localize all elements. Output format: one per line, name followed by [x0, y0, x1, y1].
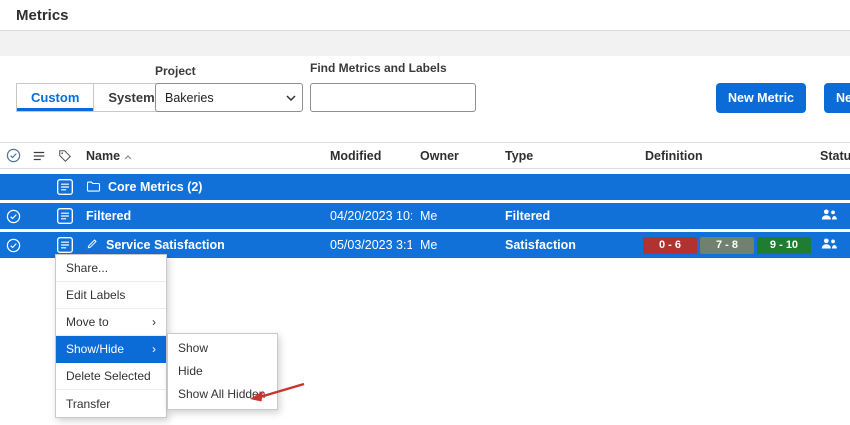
metric-owner: Me	[412, 238, 497, 252]
shared-users-icon	[820, 208, 838, 224]
toolbar: Custom System Project Bakeries Find Metr…	[0, 56, 850, 142]
subheader-band	[0, 31, 850, 56]
menu-item-move-to[interactable]: Move to ›	[56, 309, 166, 336]
project-select-value: Bakeries	[156, 91, 280, 105]
bulk-actions-menu-icon[interactable]	[26, 149, 52, 163]
document-icon[interactable]	[52, 236, 78, 254]
select-all-check-icon[interactable]	[0, 148, 26, 163]
metrics-table-body: Core Metrics (2) Filtered 04/20/2023 10:…	[0, 174, 850, 258]
submenu-item-hide[interactable]: Hide	[168, 360, 277, 383]
metric-name: Filtered	[86, 209, 131, 223]
badge-promoter: 9 - 10	[757, 237, 811, 254]
page-header: Metrics	[0, 0, 850, 31]
column-header-name[interactable]: Name	[78, 149, 322, 163]
new-secondary-button[interactable]: New	[824, 83, 850, 113]
menu-item-share[interactable]: Share...	[56, 255, 166, 282]
row-selected-check-icon[interactable]	[0, 209, 26, 224]
sort-ascending-icon	[124, 149, 132, 163]
submenu-item-show-all-hidden[interactable]: Show All Hidden	[168, 383, 277, 406]
metric-name-cell: Service Satisfaction	[78, 237, 322, 253]
badge-detractor: 0 - 6	[643, 237, 697, 254]
column-header-owner[interactable]: Owner	[412, 149, 497, 163]
project-label: Project	[155, 64, 196, 78]
chevron-right-icon: ›	[152, 343, 156, 355]
submenu-item-show[interactable]: Show	[168, 337, 277, 360]
find-metrics-input[interactable]	[310, 83, 476, 112]
badge-passive: 7 - 8	[700, 237, 754, 254]
metric-status-cell	[812, 237, 850, 253]
menu-item-show-hide[interactable]: Show/Hide ›	[56, 336, 166, 363]
project-select[interactable]: Bakeries	[155, 83, 303, 112]
folder-row[interactable]: Core Metrics (2)	[0, 174, 850, 200]
row-selected-check-icon[interactable]	[0, 238, 26, 253]
column-header-name-label: Name	[86, 149, 120, 163]
metric-name: Service Satisfaction	[106, 238, 225, 252]
tab-custom[interactable]: Custom	[16, 83, 94, 112]
metric-modified: 04/20/2023 10:3...	[322, 209, 412, 223]
row-context-menu: Share... Edit Labels Move to › Show/Hide…	[55, 254, 167, 418]
new-metric-button[interactable]: New Metric	[716, 83, 806, 113]
chevron-right-icon: ›	[152, 316, 156, 328]
menu-item-delete-selected[interactable]: Delete Selected	[56, 363, 166, 390]
document-icon[interactable]	[52, 207, 78, 225]
folder-name-cell: Core Metrics (2)	[78, 180, 322, 195]
view-tabs: Custom System	[16, 83, 170, 112]
menu-item-edit-labels[interactable]: Edit Labels	[56, 282, 166, 309]
column-header-definition[interactable]: Definition	[637, 149, 812, 163]
tag-icon[interactable]	[52, 149, 78, 163]
edit-pencil-icon[interactable]	[86, 237, 99, 253]
metric-modified: 05/03/2023 3:14 ...	[322, 238, 412, 252]
find-label: Find Metrics and Labels	[310, 61, 447, 75]
folder-icon	[86, 180, 101, 195]
metric-status-cell	[812, 208, 850, 224]
menu-item-transfer[interactable]: Transfer	[56, 390, 166, 417]
table-row[interactable]: Filtered 04/20/2023 10:3... Me Filtered	[0, 203, 850, 229]
metric-owner: Me	[412, 209, 497, 223]
document-icon[interactable]	[52, 178, 78, 196]
metric-name-cell: Filtered	[78, 209, 322, 223]
column-header-status[interactable]: Status	[812, 149, 850, 163]
definition-badges: 0 - 6 7 - 8 9 - 10	[637, 237, 812, 254]
folder-name: Core Metrics (2)	[108, 180, 202, 194]
shared-users-icon	[820, 237, 838, 253]
column-header-modified[interactable]: Modified	[322, 149, 412, 163]
chevron-down-icon	[280, 95, 302, 101]
page-title: Metrics	[16, 7, 69, 24]
table-header: Name Modified Owner Type Definition Stat…	[0, 142, 850, 169]
show-hide-submenu: Show Hide Show All Hidden	[167, 333, 278, 410]
column-header-type[interactable]: Type	[497, 149, 637, 163]
metric-type: Filtered	[497, 209, 637, 223]
metric-type: Satisfaction	[497, 238, 637, 252]
